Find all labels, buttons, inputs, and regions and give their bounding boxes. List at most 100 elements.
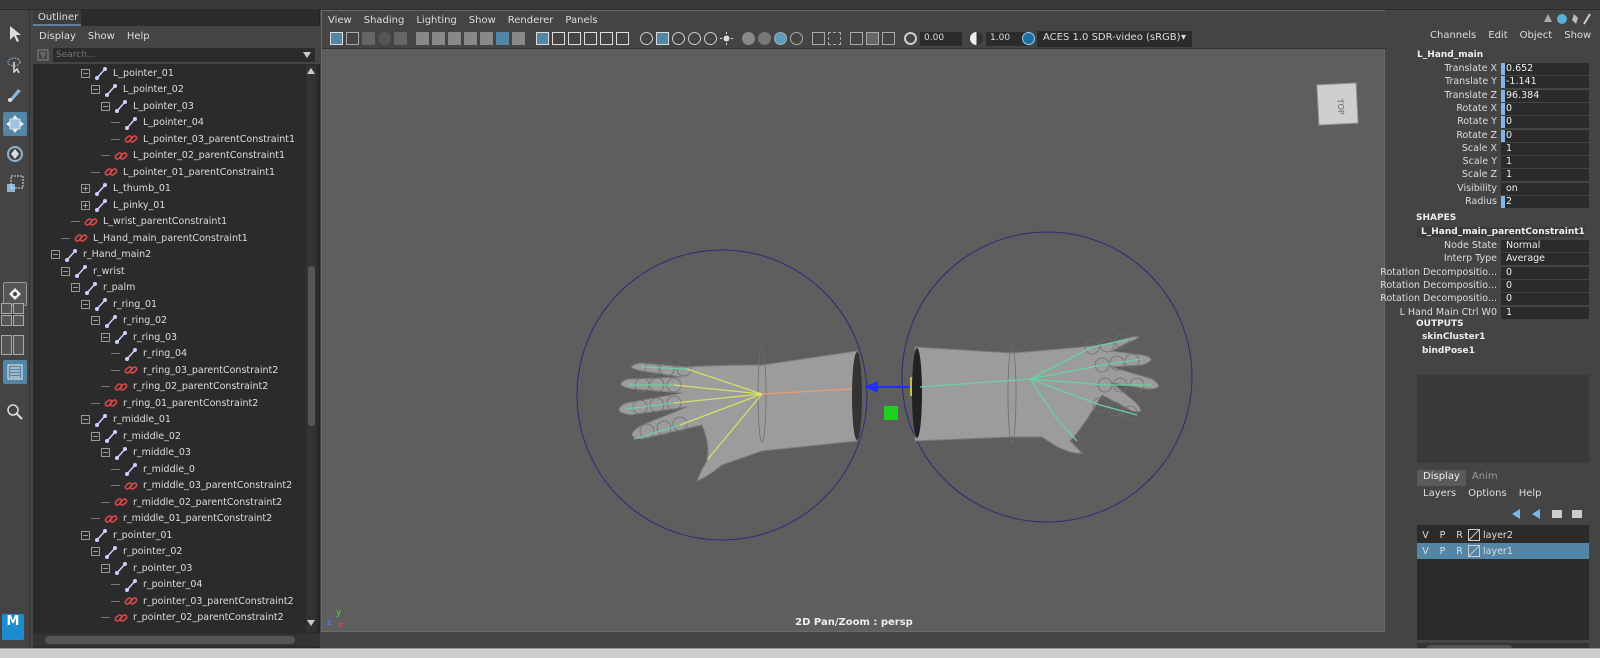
- outliner-item[interactable]: r_middle_02_parentConstraint2: [101, 494, 282, 510]
- viewport-menu-renderer[interactable]: Renderer: [502, 15, 560, 26]
- settings-icon[interactable]: [1572, 14, 1578, 24]
- expand-icon[interactable]: +: [81, 184, 90, 193]
- collapse-icon[interactable]: −: [101, 332, 110, 342]
- outliner-item[interactable]: L_pointer_01_parentConstraint1: [91, 164, 275, 180]
- outliner-scroll-thumb[interactable]: [308, 266, 315, 426]
- viewport-menu-show[interactable]: Show: [463, 15, 502, 26]
- selected-object-name[interactable]: L_Hand_main: [1417, 50, 1483, 60]
- outliner-search-input[interactable]: [53, 48, 315, 62]
- shape-attr-value[interactable]: 0: [1501, 279, 1589, 292]
- viewport-menu-panels[interactable]: Panels: [559, 15, 603, 26]
- layer-color-swatch-icon[interactable]: [1468, 529, 1480, 541]
- layout-stack-icon[interactable]: [13, 315, 24, 326]
- outliner-item[interactable]: r_middle_01_parentConstraint2: [91, 511, 272, 527]
- move-layer-down-icon[interactable]: [1532, 509, 1540, 519]
- layout-side-icon[interactable]: [1, 315, 12, 326]
- outliner-item[interactable]: − L_pointer_01: [81, 66, 174, 81]
- outliner-item[interactable]: + L_pinky_01: [81, 197, 165, 213]
- maya-cloud-icon[interactable]: [1557, 14, 1567, 24]
- collapse-icon[interactable]: −: [81, 68, 90, 78]
- use-lights-icon[interactable]: [600, 32, 613, 45]
- shape-node-name[interactable]: L_Hand_main_parentConstraint1: [1417, 227, 1585, 237]
- outliner-item[interactable]: L_wrist_parentConstraint1: [71, 214, 227, 230]
- outliner-item[interactable]: − r_middle_01: [81, 412, 171, 428]
- shape-attr-value[interactable]: Normal: [1501, 240, 1589, 252]
- exposure-field[interactable]: 0.00: [920, 32, 962, 46]
- outliner-item[interactable]: − r_wrist: [61, 263, 125, 279]
- viewport-menu-shading[interactable]: Shading: [358, 15, 411, 26]
- isolate-select-icon[interactable]: [828, 32, 841, 45]
- outliner-item[interactable]: − r_ring_03: [101, 329, 177, 345]
- gamma-icon[interactable]: [970, 32, 983, 45]
- channel-attr-value[interactable]: 0.652: [1501, 63, 1589, 75]
- channels-menu[interactable]: Channels: [1424, 30, 1482, 46]
- show-menu[interactable]: Show: [1558, 30, 1597, 46]
- layout-four-icon[interactable]: [13, 303, 24, 314]
- outliner-menu-show[interactable]: Show: [82, 31, 121, 42]
- layer-name[interactable]: layer2: [1483, 530, 1513, 541]
- scale-tool-icon[interactable]: [3, 172, 27, 196]
- scroll-down-icon[interactable]: [307, 620, 315, 626]
- outliner-item[interactable]: r_ring_03_parentConstraint2: [111, 362, 278, 378]
- layer-r-toggle[interactable]: R: [1451, 530, 1468, 541]
- shadows-icon[interactable]: [616, 32, 629, 45]
- collapse-icon[interactable]: −: [91, 547, 100, 556]
- field-chart-icon[interactable]: [496, 32, 509, 45]
- outliner-item[interactable]: r_ring_02_parentConstraint2: [101, 379, 268, 395]
- channel-attr-value[interactable]: 0: [1501, 129, 1589, 142]
- safe-action-icon[interactable]: [512, 32, 525, 45]
- depth-of-field-icon[interactable]: [812, 32, 825, 45]
- object-menu[interactable]: Object: [1514, 30, 1559, 46]
- film-gate-icon[interactable]: [448, 32, 461, 45]
- move-tool-icon[interactable]: [3, 112, 27, 136]
- light-bulb-icon[interactable]: [720, 32, 733, 45]
- shadow-icon[interactable]: [742, 32, 755, 45]
- xray-joints-icon[interactable]: [866, 32, 879, 45]
- textured-icon[interactable]: [584, 32, 597, 45]
- layer-row[interactable]: V P Rlayer1: [1417, 543, 1589, 559]
- channel-attr-value[interactable]: 0: [1501, 116, 1589, 129]
- collapse-icon[interactable]: −: [91, 85, 100, 94]
- xray-icon[interactable]: [850, 32, 863, 45]
- edit-menu[interactable]: Edit: [1482, 30, 1513, 46]
- collapse-icon[interactable]: −: [101, 448, 110, 457]
- outliner-item[interactable]: r_middle_03_parentConstraint2: [111, 478, 292, 494]
- shape-attr-value[interactable]: 0: [1501, 293, 1589, 306]
- outliner-menu-help[interactable]: Help: [121, 31, 156, 42]
- outliner-item[interactable]: L_pointer_04: [111, 115, 204, 131]
- right-hand-mesh[interactable]: [912, 333, 1159, 454]
- outliner-item[interactable]: − r_pointer_01: [81, 527, 172, 543]
- collapse-icon[interactable]: −: [91, 316, 100, 325]
- outliner-item[interactable]: − r_Hand_main2: [51, 247, 151, 263]
- outliner-item[interactable]: L_pointer_03_parentConstraint1: [111, 131, 295, 147]
- outliner-item[interactable]: − r_pointer_03: [101, 560, 192, 576]
- gate-mask-icon[interactable]: [480, 32, 493, 45]
- layer-p-toggle[interactable]: P: [1434, 546, 1451, 557]
- layout-left-icon[interactable]: [1, 335, 12, 355]
- layer-r-toggle[interactable]: R: [1451, 546, 1468, 557]
- viewport-panel[interactable]: View Shading Lighting Show Renderer Pane…: [321, 10, 1386, 632]
- layout-right-icon[interactable]: [13, 335, 24, 355]
- wireframe-icon[interactable]: [536, 32, 549, 45]
- layer-p-toggle[interactable]: P: [1434, 530, 1451, 541]
- ambient-sphere-icon[interactable]: [704, 32, 717, 45]
- scene-view[interactable]: TOP z y x: [322, 49, 1384, 631]
- outliner-item[interactable]: − r_ring_01: [81, 296, 157, 312]
- default-material-icon[interactable]: [568, 32, 581, 45]
- channel-attr-value[interactable]: 1: [1501, 142, 1589, 155]
- output-node[interactable]: bindPose1: [1422, 346, 1475, 356]
- anim-tab[interactable]: Anim: [1466, 470, 1504, 486]
- outliner-hscroll-thumb[interactable]: [45, 636, 295, 644]
- scroll-up-icon[interactable]: [307, 68, 315, 74]
- help-menu[interactable]: Help: [1513, 488, 1548, 504]
- channel-attr-value[interactable]: 0: [1501, 102, 1589, 115]
- channel-attr-value[interactable]: 2: [1501, 196, 1589, 208]
- channel-attr-value[interactable]: 96.384: [1501, 89, 1589, 102]
- rotate-tool-icon[interactable]: [3, 142, 27, 166]
- xray-components-icon[interactable]: [882, 32, 895, 45]
- collapse-icon[interactable]: −: [101, 563, 110, 573]
- layer-name[interactable]: layer1: [1483, 546, 1513, 557]
- outliner-tab[interactable]: Outliner: [33, 10, 81, 26]
- new-layer-icon[interactable]: [1552, 510, 1562, 518]
- channel-attr-value[interactable]: -1.141: [1501, 76, 1589, 89]
